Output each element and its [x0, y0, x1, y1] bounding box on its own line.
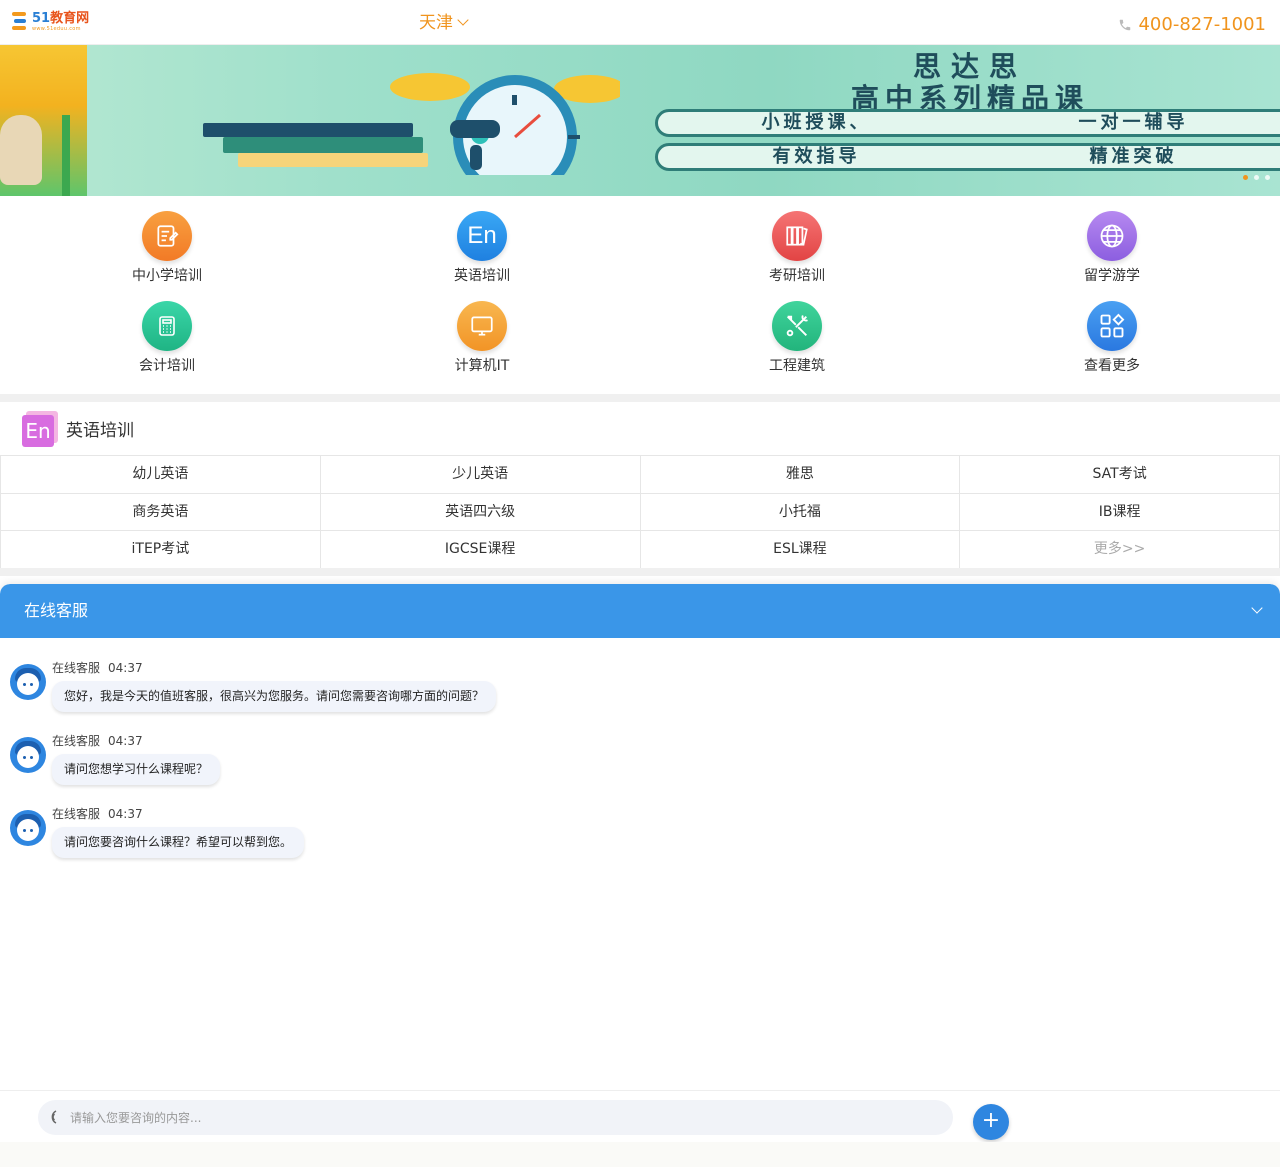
agent-avatar	[10, 664, 46, 700]
online-service-chat: 在线客服 在线客服 04:37 您好，我是今天的值班客服，很高兴为您服务。请问您需…	[0, 584, 1280, 1167]
category-engineering[interactable]: 工程建筑	[717, 286, 877, 374]
category-study-abroad[interactable]: 留学游学	[1032, 196, 1192, 284]
carousel-dot[interactable]	[1254, 175, 1259, 180]
section-title: 英语培训	[66, 421, 134, 441]
page: 51教育网 www.51eduu.com 天津 400-827-1001 思达思…	[0, 0, 1280, 1167]
chevron-down-icon	[457, 14, 469, 26]
message-meta: 在线客服 04:37	[52, 733, 143, 749]
monitor-icon	[457, 301, 507, 351]
carousel-dot[interactable]	[1265, 175, 1270, 180]
send-button[interactable]: +	[973, 1104, 1009, 1140]
chat-message-input[interactable]	[70, 1100, 940, 1135]
top-header: 51教育网 www.51eduu.com 天津 400-827-1001	[0, 0, 1280, 45]
english-en-icon: En	[22, 411, 58, 447]
message-time: 04:37	[108, 807, 143, 821]
section-divider	[0, 394, 1280, 402]
chat-footer	[0, 1142, 1280, 1167]
notebook-icon	[142, 211, 192, 261]
banner-title: 思达思 高中系列精品课	[720, 51, 1220, 115]
table-row: iTEP考试 IGCSE课程 ESL课程 更多>>	[0, 531, 1280, 569]
calculator-icon	[142, 301, 192, 351]
category-english[interactable]: En 英语培训	[402, 196, 562, 284]
course-link[interactable]: iTEP考试	[0, 531, 320, 568]
course-link[interactable]: 商务英语	[0, 493, 320, 531]
globe-icon	[1087, 211, 1137, 261]
english-section-header: En 英语培训	[0, 402, 1280, 455]
phone-number: 400-827-1001	[1138, 14, 1266, 35]
tools-icon	[772, 301, 822, 351]
category-label: 工程建筑	[769, 358, 825, 374]
category-label: 查看更多	[1084, 358, 1140, 374]
carousel-dots	[1243, 175, 1270, 180]
category-more[interactable]: 查看更多	[1032, 286, 1192, 374]
course-link[interactable]: ESL课程	[639, 531, 960, 568]
agent-avatar	[10, 737, 46, 773]
chevron-down-icon[interactable]	[1250, 602, 1266, 618]
more-courses-link[interactable]: 更多>>	[959, 531, 1280, 568]
course-link[interactable]: 少儿英语	[319, 456, 640, 493]
chat-input-wrap	[38, 1100, 953, 1135]
message-bubble: 请问您想学习什么课程呢？	[52, 754, 221, 785]
chat-input-bar: +	[0, 1090, 1280, 1142]
section-divider	[0, 568, 1280, 576]
books-icon	[772, 211, 822, 261]
city-selector[interactable]: 天津	[419, 11, 469, 35]
course-link[interactable]: SAT考试	[959, 456, 1280, 493]
message-sender: 在线客服	[52, 807, 101, 821]
message-sender: 在线客服	[52, 734, 101, 748]
message-time: 04:37	[108, 661, 143, 675]
carousel-dot[interactable]	[1243, 175, 1248, 180]
category-label: 计算机IT	[454, 358, 510, 374]
message-bubble: 您好，我是今天的值班客服，很高兴为您服务。请问您需要咨询哪方面的问题？	[52, 681, 497, 712]
banner-prev-slide-peek	[0, 45, 87, 196]
alarm-clock-illustration	[390, 73, 620, 175]
city-label: 天津	[419, 13, 453, 33]
banner-title-line1: 思达思	[912, 50, 1027, 83]
message-bubble: 请问您要咨询什么课程？希望可以帮到您。	[52, 827, 305, 858]
message-sender: 在线客服	[52, 661, 101, 675]
course-link[interactable]: IB课程	[959, 493, 1280, 531]
course-link[interactable]: 英语四六级	[319, 493, 640, 531]
message-meta: 在线客服 04:37	[52, 806, 143, 822]
course-link[interactable]: 雅思	[639, 456, 960, 493]
promo-banner[interactable]: 思达思 高中系列精品课 小班授课、 一对一辅导 有效指导 精准突破	[0, 45, 1280, 196]
category-label: 会计培训	[139, 358, 195, 374]
grid-more-icon	[1087, 301, 1137, 351]
site-logo[interactable]: 51教育网 www.51eduu.com	[12, 12, 89, 34]
category-accounting[interactable]: 会计培训	[87, 286, 247, 374]
phone-icon	[1120, 19, 1131, 31]
course-link[interactable]: 幼儿英语	[0, 456, 320, 493]
table-row: 幼儿英语 少儿英语 雅思 SAT考试	[0, 456, 1280, 494]
phone-hotline[interactable]: 400-827-1001	[1118, 13, 1266, 37]
chat-header[interactable]: 在线客服	[0, 584, 1280, 638]
banner-tag-2: 有效指导 精准突破	[655, 143, 1280, 171]
course-link[interactable]: IGCSE课程	[319, 531, 640, 568]
course-link[interactable]: 小托福	[639, 493, 960, 531]
english-course-table: 幼儿英语 少儿英语 雅思 SAT考试 商务英语 英语四六级 小托福 IB课程 i…	[0, 455, 1280, 569]
category-postgraduate[interactable]: 考研培训	[717, 196, 877, 284]
banner-tag-1: 小班授课、 一对一辅导	[655, 109, 1280, 137]
logo-name: 51教育网	[32, 11, 90, 26]
logo-mark-icon	[12, 12, 30, 30]
category-label: 英语培训	[454, 268, 510, 284]
message-time: 04:37	[108, 734, 143, 748]
logo-url: www.51eduu.com	[32, 26, 81, 32]
category-primary-school[interactable]: 中小学培训	[87, 196, 247, 284]
category-label: 中小学培训	[132, 268, 202, 284]
category-grid: 中小学培训 En 英语培训 考研培训 留学游学 会计培训 计算机IT 工程建筑 …	[0, 196, 1280, 394]
voice-icon[interactable]	[44, 1108, 62, 1126]
category-label: 留学游学	[1084, 268, 1140, 284]
category-computer-it[interactable]: 计算机IT	[402, 286, 562, 374]
table-row: 商务英语 英语四六级 小托福 IB课程	[0, 493, 1280, 532]
chat-title: 在线客服	[24, 601, 89, 620]
message-meta: 在线客服 04:37	[52, 660, 143, 676]
agent-avatar	[10, 810, 46, 846]
category-label: 考研培训	[769, 268, 825, 284]
english-en-icon: En	[457, 211, 507, 261]
